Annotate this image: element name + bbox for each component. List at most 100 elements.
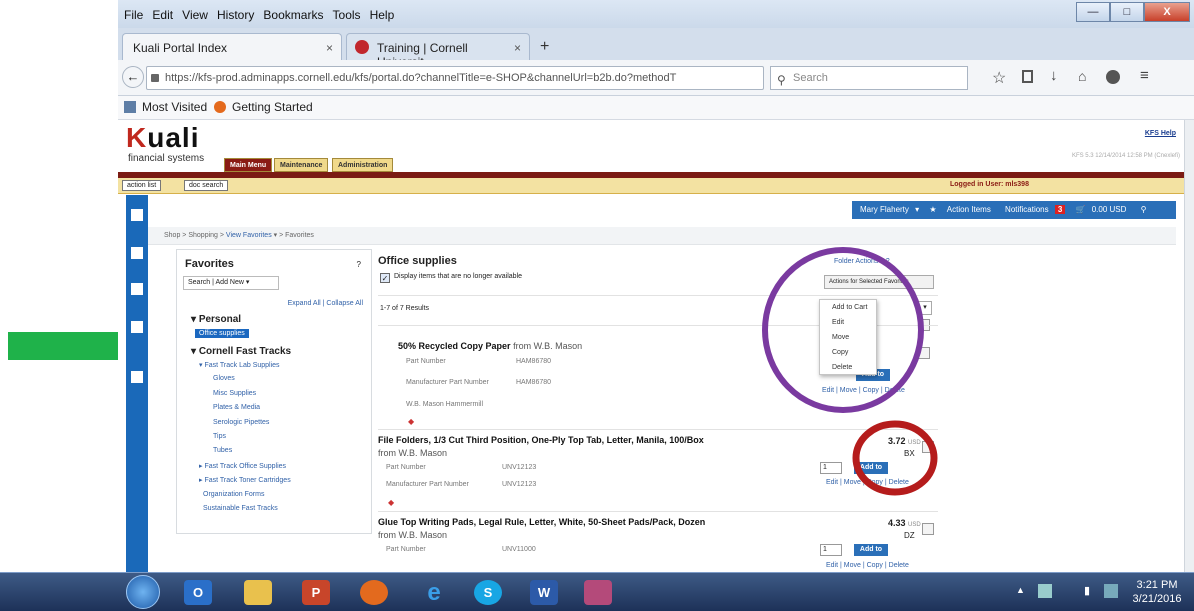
maximize-button[interactable]: □ xyxy=(1110,2,1144,22)
lab-serologic-pipettes[interactable]: Serologic Pipettes xyxy=(213,419,269,426)
taskbar-snipping-tool[interactable] xyxy=(576,577,620,608)
product-name[interactable]: File Folders, 1/3 Cut Third Position, On… xyxy=(378,435,704,445)
lab-plates-media[interactable]: Plates & Media xyxy=(213,404,260,411)
action-list-button[interactable]: action list xyxy=(122,180,162,191)
hamburger-menu-icon[interactable]: ≡ xyxy=(1140,67,1149,84)
product-name[interactable]: 50% Recycled Copy Paper from W.B. Mason xyxy=(398,341,582,351)
home-icon[interactable]: ⌂ xyxy=(1078,68,1086,84)
back-icon[interactable]: ← xyxy=(122,66,144,88)
star-icon[interactable]: ★ xyxy=(925,201,940,219)
tray-signal-icon[interactable]: ▮ xyxy=(1084,584,1090,597)
cart-icon[interactable] xyxy=(131,247,143,259)
menu-help[interactable]: Help xyxy=(370,8,395,22)
menu-view[interactable]: View xyxy=(182,8,208,22)
kfs-help-link[interactable]: KFS Help xyxy=(1145,130,1176,137)
item-actions-links[interactable]: Edit | Move | Copy | Delete xyxy=(826,562,909,569)
start-button[interactable] xyxy=(126,575,160,609)
taskbar-outlook[interactable]: O xyxy=(176,577,220,608)
tab-label: Kuali Portal Index xyxy=(133,41,228,55)
breadcrumb-shopping[interactable]: Shopping xyxy=(188,232,218,239)
download-icon[interactable]: ↓ xyxy=(1050,67,1058,84)
lab-misc-supplies[interactable]: Misc Supplies xyxy=(213,390,256,397)
chat-icon[interactable] xyxy=(1106,70,1120,84)
taskbar-ie[interactable]: e xyxy=(412,577,456,608)
taskbar-firefox[interactable] xyxy=(352,577,396,608)
cart-total[interactable]: 🛒 0.00 USD xyxy=(1072,201,1135,219)
taskbar-powerpoint[interactable]: P xyxy=(294,577,338,608)
display-unavailable-checkbox[interactable]: ✓ xyxy=(380,273,390,283)
reader-list-icon[interactable] xyxy=(1022,70,1033,83)
tray-network-icon[interactable] xyxy=(1038,584,1052,598)
organization-forms-folder[interactable]: Organization Forms xyxy=(203,491,264,498)
collapse-all-link[interactable]: Collapse All xyxy=(326,300,363,307)
url-bar[interactable]: https://kfs-prod.adminapps.cornell.edu/k… xyxy=(146,66,764,90)
fast-track-toner-folder[interactable]: ▸ Fast Track Toner Cartridges xyxy=(199,476,291,484)
breadcrumb-view-favorites[interactable]: View Favorites xyxy=(226,232,272,239)
product-checkbox[interactable] xyxy=(922,523,934,535)
office-supplies-folder[interactable]: Office supplies xyxy=(195,329,249,338)
add-new-button[interactable]: Add New xyxy=(216,279,244,286)
close-tab-icon[interactable]: × xyxy=(514,41,521,55)
top-user-nav: Mary Flaherty ▾ ★ Action Items Notificat… xyxy=(852,201,1176,219)
lab-tubes[interactable]: Tubes xyxy=(213,447,232,454)
search-icon[interactable]: ⚲ xyxy=(1137,201,1151,219)
search-favorites-button[interactable]: Search xyxy=(188,279,210,286)
menu-edit[interactable]: Edit xyxy=(152,8,173,22)
documents-icon[interactable] xyxy=(131,283,143,295)
fast-track-lab-folder[interactable]: ▾ Fast Track Lab Supplies xyxy=(199,361,280,369)
tab-kuali-portal[interactable]: Kuali Portal Index × xyxy=(122,33,342,60)
tab-administration[interactable]: Administration xyxy=(332,158,394,172)
settings-icon[interactable] xyxy=(131,371,143,383)
lab-gloves[interactable]: Gloves xyxy=(213,375,235,382)
doc-search-button[interactable]: doc search xyxy=(184,180,229,191)
quantity-input[interactable]: 1 xyxy=(820,544,842,556)
clock[interactable]: 3:21 PM 3/21/2016 xyxy=(1126,578,1188,606)
search-input[interactable]: ⚲ Search xyxy=(770,66,968,90)
taskbar-explorer[interactable] xyxy=(236,577,280,608)
menu-bookmarks[interactable]: Bookmarks xyxy=(263,8,323,22)
personal-folder[interactable]: ▾ Personal xyxy=(191,314,241,325)
add-to-cart-button[interactable]: Add to Cart xyxy=(854,544,888,565)
favorites-help[interactable]: ? xyxy=(357,260,361,269)
page-scrollbar[interactable] xyxy=(1184,120,1194,572)
home-icon[interactable] xyxy=(131,209,143,221)
tab-maintenance[interactable]: Maintenance xyxy=(274,158,329,172)
tab-main-menu[interactable]: Main Menu xyxy=(224,158,273,172)
close-tab-icon[interactable]: × xyxy=(326,41,333,55)
display-unavailable-option[interactable]: ✓ Display items that are no longer avail… xyxy=(380,273,522,283)
menu-tools[interactable]: Tools xyxy=(333,8,361,22)
mfr-part-value: UNV12123 xyxy=(502,481,537,488)
edit-icon[interactable] xyxy=(131,321,143,333)
most-visited-icon xyxy=(124,101,136,113)
cornell-fast-tracks-folder[interactable]: ▾ Cornell Fast Tracks xyxy=(191,346,291,357)
user-menu[interactable]: Mary Flaherty ▾ xyxy=(852,201,923,219)
eshop-content: Mary Flaherty ▾ ★ Action Items Notificat… xyxy=(148,195,1176,572)
tray-arrow-icon[interactable]: ▲ xyxy=(1016,585,1025,595)
new-tab-button[interactable]: + xyxy=(540,38,549,56)
tab-strip: Kuali Portal Index × Training | Cornell … xyxy=(118,28,1194,69)
minimize-button[interactable]: — xyxy=(1076,2,1110,22)
product-name[interactable]: Glue Top Writing Pads, Legal Rule, Lette… xyxy=(378,517,705,527)
breadcrumb-shop[interactable]: Shop xyxy=(164,232,180,239)
taskbar-word[interactable]: W xyxy=(522,577,566,608)
lab-tips[interactable]: Tips xyxy=(213,433,226,440)
menu-history[interactable]: History xyxy=(217,8,254,22)
bookmark-most-visited[interactable]: Most Visited xyxy=(142,100,207,114)
taskbar-skype[interactable]: S xyxy=(466,577,510,608)
action-items-link[interactable]: Action Items xyxy=(943,201,995,219)
menu-file[interactable]: File xyxy=(124,8,143,22)
bookmark-star-icon[interactable]: ☆ xyxy=(992,68,1006,88)
favorites-title: Favorites xyxy=(185,258,234,270)
notifications-link[interactable]: Notifications 3 xyxy=(997,201,1069,219)
divider xyxy=(378,511,938,512)
tab-training[interactable]: Training | Cornell Universit... × xyxy=(346,33,530,69)
close-window-button[interactable]: X xyxy=(1144,2,1190,22)
quantity-input[interactable]: 1 xyxy=(820,462,842,474)
bookmark-getting-started[interactable]: Getting Started xyxy=(232,100,313,114)
expand-all-link[interactable]: Expand All xyxy=(288,300,321,307)
mfr-part-value: HAM86780 xyxy=(516,379,552,386)
sustainable-fast-tracks-folder[interactable]: Sustainable Fast Tracks xyxy=(203,505,278,512)
part-number-label: Part Number xyxy=(406,358,446,365)
tray-volume-icon[interactable] xyxy=(1104,584,1118,598)
fast-track-office-folder[interactable]: ▸ Fast Track Office Supplies xyxy=(199,462,286,470)
